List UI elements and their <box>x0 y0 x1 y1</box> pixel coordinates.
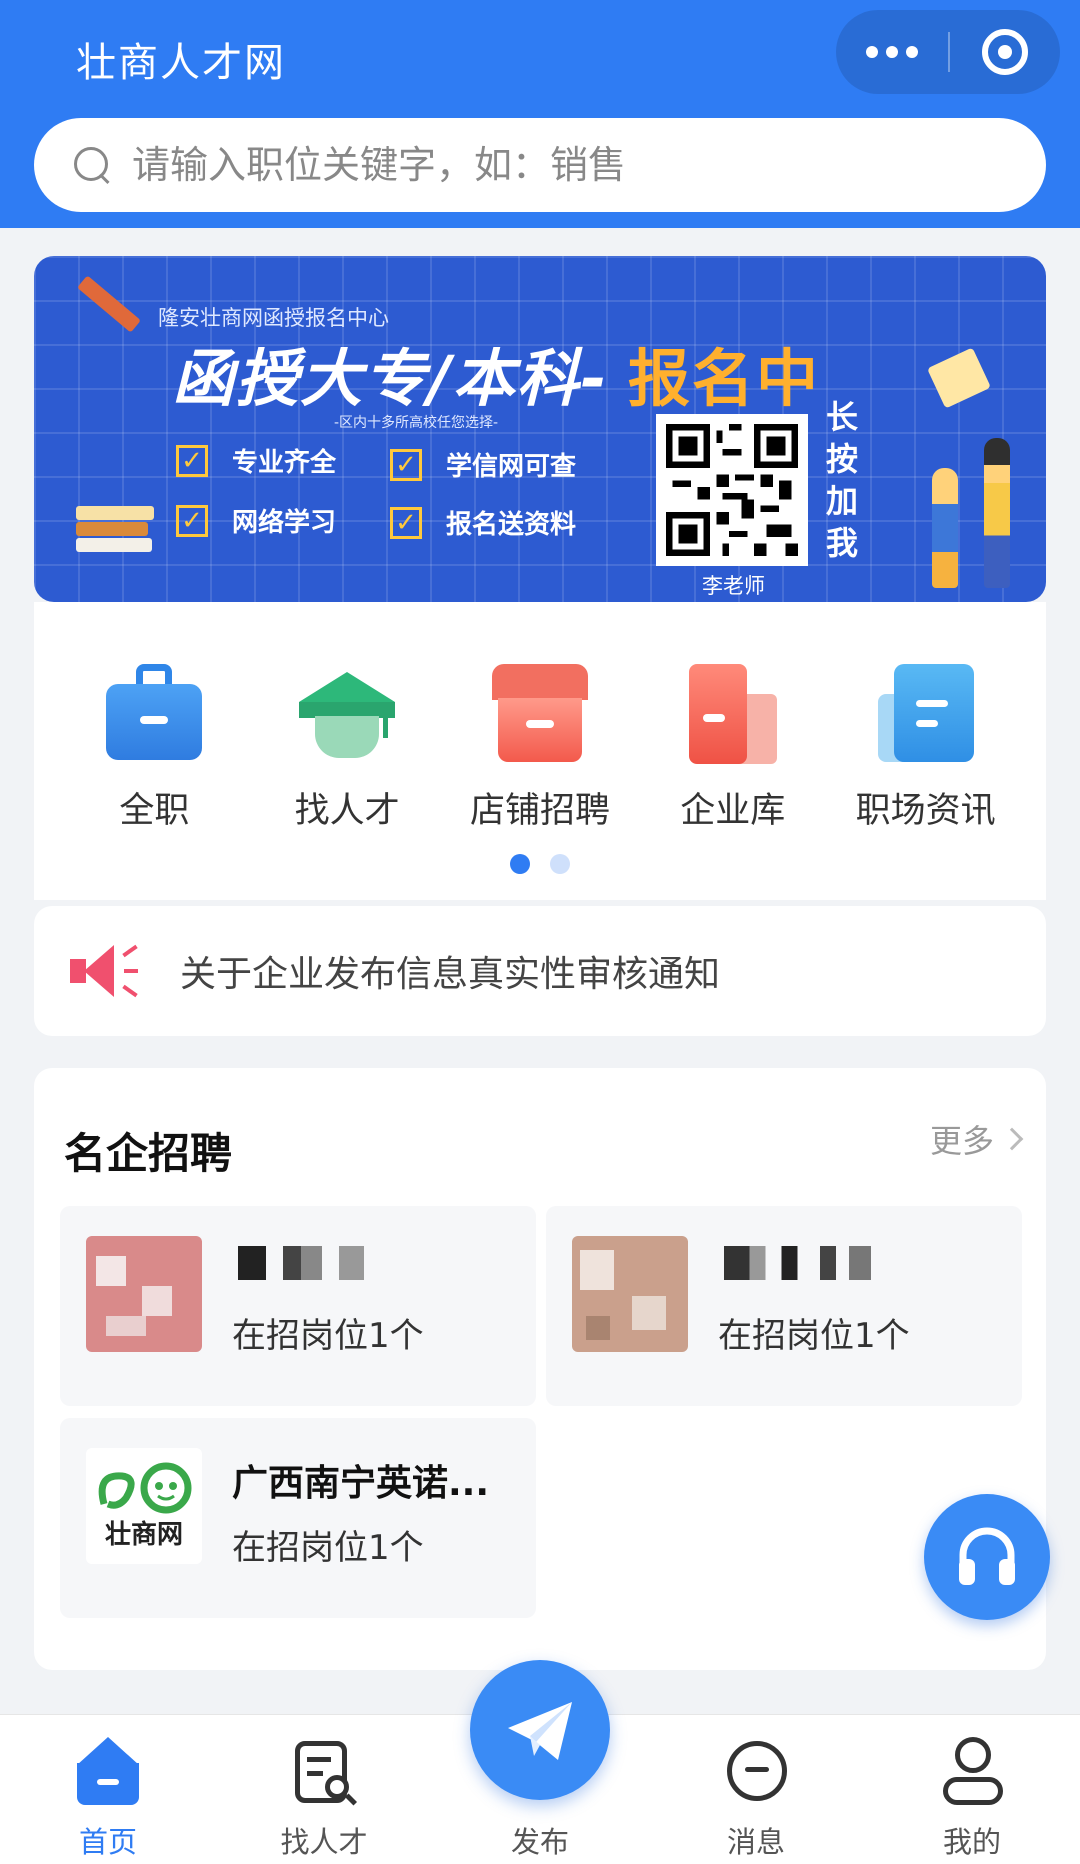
banner-feature: ✓ 学信网可查 <box>390 446 576 483</box>
logo-text: 壮商网 <box>104 1520 183 1550</box>
student-illustration <box>932 468 958 588</box>
promo-banner[interactable]: 隆安壮商网函授报名中心 函授大专/本科- 报名中 -区内十多所高校任您选择- ✓… <box>34 256 1046 602</box>
category-store-recruit[interactable]: 店铺招聘 <box>450 664 630 833</box>
customer-service-button[interactable] <box>924 1494 1050 1620</box>
message-icon <box>721 1737 791 1809</box>
company-name-redacted <box>724 1246 884 1280</box>
header-bar: 壮商人才网 <box>0 0 1080 228</box>
company-card[interactable]: 在招岗位1个 <box>60 1206 536 1406</box>
search-doc-icon <box>289 1737 359 1809</box>
check-icon: ✓ <box>390 448 422 481</box>
graduation-cap-icon <box>299 664 396 766</box>
check-icon: ✓ <box>176 504 208 537</box>
company-card[interactable]: 壮商网 广西南宁英诺... 在招岗位1个 <box>60 1418 536 1618</box>
famous-companies-section: 名企招聘 更多 在招岗位1个 在招岗位1个 壮商网 广西南宁英诺... 在招岗位… <box>34 1068 1046 1670</box>
check-icon: ✓ <box>390 506 422 539</box>
company-name: 广西南宁英诺... <box>232 1463 490 1504</box>
company-name-redacted <box>238 1246 378 1280</box>
job-count: 在招岗位1个 <box>718 1316 910 1356</box>
qr-code[interactable] <box>656 414 808 566</box>
pager-dot-active[interactable] <box>510 854 530 874</box>
pencil-icon <box>77 275 141 333</box>
home-icon <box>73 1737 143 1809</box>
paper-plane-icon <box>508 1702 572 1760</box>
search-bar[interactable] <box>34 118 1046 212</box>
tab-home[interactable]: 首页 <box>28 1715 188 1864</box>
notice-bar[interactable]: 关于企业发布信息真实性审核通知 <box>34 906 1046 1036</box>
company-logo <box>572 1236 688 1352</box>
tab-find-talent[interactable]: 找人才 <box>244 1715 404 1864</box>
publish-button[interactable] <box>470 1660 610 1800</box>
books-icon <box>76 506 156 552</box>
company-logo: 壮商网 <box>86 1448 202 1564</box>
banner-headline: 函授大专/本科- <box>172 342 609 415</box>
company-logo <box>86 1236 202 1352</box>
carousel-pager <box>34 854 1046 874</box>
briefcase-icon <box>106 664 203 766</box>
company-card[interactable]: 在招岗位1个 <box>546 1206 1022 1406</box>
category-card: 全职 找人才 店铺招聘 企业库 职场资讯 <box>34 602 1046 900</box>
speaker-icon <box>70 943 138 999</box>
banner-note: -区内十多所高校任您选择- <box>334 415 499 431</box>
category-grid: 全职 找人才 店铺招聘 企业库 职场资讯 <box>34 664 1046 833</box>
category-find-talent[interactable]: 找人才 <box>257 664 437 833</box>
tab-messages[interactable]: 消息 <box>676 1715 836 1864</box>
notice-text: 关于企业发布信息真实性审核通知 <box>180 954 721 995</box>
banner-headline-highlight: 报名中 <box>628 342 821 415</box>
category-career-news[interactable]: 职场资讯 <box>836 664 1016 833</box>
tab-me[interactable]: 我的 <box>892 1715 1052 1864</box>
banner-feature: ✓ 专业齐全 <box>176 442 336 479</box>
student-illustration <box>984 438 1010 588</box>
check-icon: ✓ <box>176 444 208 477</box>
search-icon <box>74 147 110 183</box>
user-icon <box>937 1737 1007 1809</box>
long-press-hint: 长按加我 <box>825 398 858 562</box>
job-count: 在招岗位1个 <box>232 1528 424 1568</box>
category-full-time[interactable]: 全职 <box>64 664 244 833</box>
miniapp-capsule <box>836 10 1060 94</box>
paper-icon <box>927 347 991 409</box>
banner-feature: ✓ 网络学习 <box>176 502 336 539</box>
banner-feature: ✓ 报名送资料 <box>390 504 576 541</box>
more-menu-icon[interactable] <box>836 10 948 94</box>
headset-icon <box>959 1527 1015 1585</box>
news-icon <box>877 664 974 766</box>
pager-dot[interactable] <box>550 854 570 874</box>
category-company-library[interactable]: 企业库 <box>643 664 823 833</box>
section-title: 名企招聘 <box>64 1129 233 1178</box>
store-icon <box>491 664 588 766</box>
qr-contact-name: 李老师 <box>702 574 765 598</box>
close-target-icon[interactable] <box>950 10 1060 94</box>
app-title: 壮商人才网 <box>76 40 286 86</box>
job-count: 在招岗位1个 <box>232 1316 424 1356</box>
building-icon <box>685 664 781 766</box>
more-link[interactable]: 更多 <box>930 1116 1024 1162</box>
chevron-right-icon <box>1000 1127 1024 1151</box>
search-input[interactable] <box>132 143 932 187</box>
